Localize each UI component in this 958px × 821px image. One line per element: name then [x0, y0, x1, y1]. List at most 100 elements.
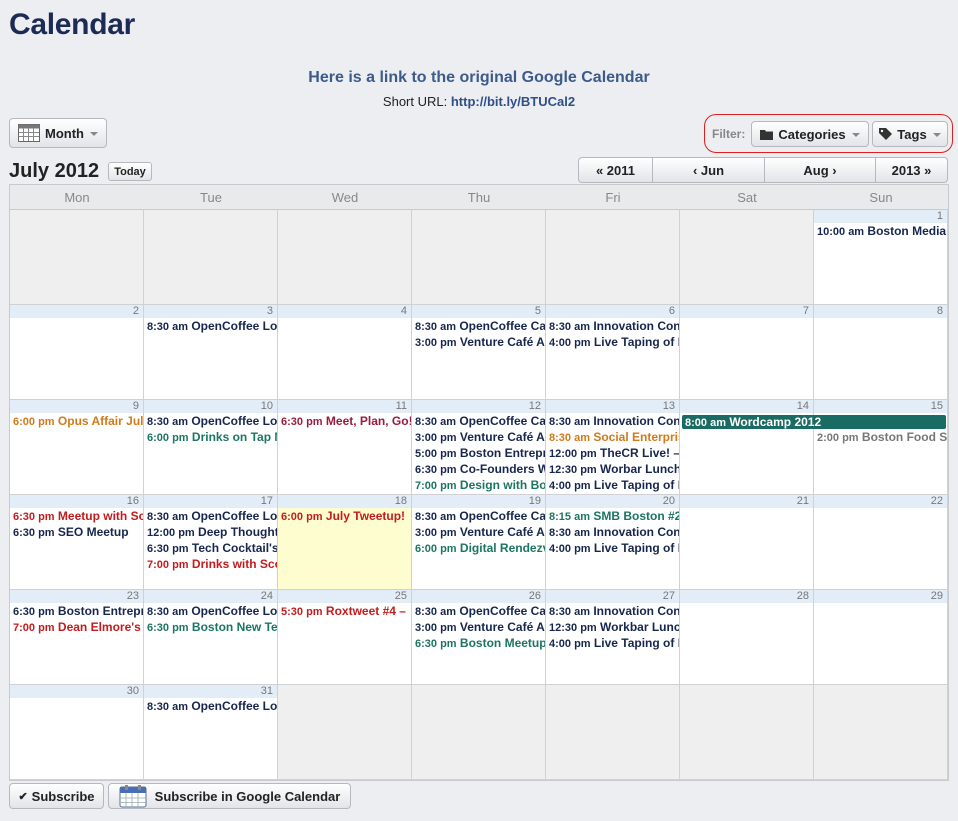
view-month-button[interactable]: Month	[9, 118, 107, 148]
day-cell[interactable]	[546, 685, 680, 780]
calendar-event[interactable]: 8:15 am SMB Boston #2	[546, 508, 679, 524]
calendar-event[interactable]: 4:00 pm Live Taping of M	[546, 334, 679, 350]
day-cell[interactable]: 24 8:30 am OpenCoffee Lo 6:30 pm Boston Ne…	[144, 590, 278, 685]
calendar-event[interactable]: 8:30 am Innovation Con	[546, 524, 679, 540]
calendar-event[interactable]: 8:30 am Innovation Conv	[546, 603, 679, 619]
day-cell[interactable]	[10, 210, 144, 305]
calendar-event[interactable]: 6:30 pm Boston Entrepr	[10, 603, 143, 619]
calendar-event[interactable]: 6:00 pm Drinks on Tap M	[144, 429, 277, 445]
calendar-event[interactable]: 4:00 pm Live Taping of M	[546, 635, 679, 651]
calendar-event[interactable]: 12:00 pm Deep Thought	[144, 524, 277, 540]
calendar-event[interactable]: 6:30 pm SEO Meetup	[10, 524, 143, 540]
day-cell[interactable]: 29	[814, 590, 948, 685]
day-cell[interactable]: 6 8:30 am Innovation Conv 4:00 pm Live Tap…	[546, 305, 680, 400]
calendar-event[interactable]: 6:30 pm Boston Meetup	[412, 635, 545, 651]
day-cell[interactable]: 8	[814, 305, 948, 400]
calendar-event[interactable]: 4:00 pm Live Taping of M	[546, 540, 679, 556]
subscribe-google-calendar-button[interactable]: Subscribe in Google Calendar	[108, 783, 351, 809]
calendar-grid-icon	[18, 124, 40, 142]
calendar-event[interactable]: 3:00 pm Venture Café Al	[412, 524, 545, 540]
subscribe-button[interactable]: ✔ Subscribe	[9, 783, 104, 809]
day-cell[interactable]: 22	[814, 495, 948, 590]
day-cell[interactable]	[278, 685, 412, 780]
calendar-event[interactable]: 12:00 pm TheCR Live! –	[546, 445, 679, 461]
calendar-event[interactable]: 6:30 pm Meetup with Sc	[10, 508, 143, 524]
day-cell[interactable]: 17 8:30 am OpenCoffee Lo 12:00 pm Deep Tho…	[144, 495, 278, 590]
day-cell[interactable]: 9 6:00 pm Opus Affair July	[10, 400, 144, 495]
calendar-event[interactable]: 7:00 pm Dean Elmore's	[10, 619, 143, 635]
calendar-event[interactable]: 8:30 am Innovation Conv	[546, 318, 679, 334]
day-cell[interactable]	[412, 210, 546, 305]
day-cell[interactable]: 2	[10, 305, 144, 400]
next-month-button[interactable]: Aug ›	[765, 158, 876, 182]
tags-filter-button[interactable]: Tags	[872, 121, 948, 147]
next-year-button[interactable]: 2013 »	[876, 158, 947, 182]
day-cell[interactable]: 31 8:30 am OpenCoffee Lo	[144, 685, 278, 780]
day-cell[interactable]	[546, 210, 680, 305]
day-cell[interactable]	[680, 685, 814, 780]
day-cell[interactable]: 4	[278, 305, 412, 400]
calendar-event[interactable]: 4:00 pm Live Taping of M	[546, 477, 679, 493]
day-cell[interactable]	[412, 685, 546, 780]
day-cell[interactable]: 30	[10, 685, 144, 780]
allday-event-bar[interactable]: 8:00 am Wordcamp 2012	[682, 415, 946, 429]
calendar-event[interactable]: 8:30 am OpenCoffee Lo	[144, 698, 277, 714]
day-cell[interactable]: 25 5:30 pm Roxtweet #4 –	[278, 590, 412, 685]
today-button[interactable]: Today	[108, 162, 152, 181]
day-cell[interactable]: 13 8:30 am Innovation Con 8:30 am Social E…	[546, 400, 680, 495]
calendar-event[interactable]: 8:30 am OpenCoffee Ca	[412, 508, 545, 524]
day-cell[interactable]: 5 8:30 am OpenCoffee Ca 3:00 pm Venture Ca…	[412, 305, 546, 400]
day-cell[interactable]: 7	[680, 305, 814, 400]
calendar-event[interactable]: 3:00 pm Venture Café Al	[412, 619, 545, 635]
day-cell[interactable]: 16 6:30 pm Meetup with Sc 6:30 pm SEO Meet…	[10, 495, 144, 590]
day-cell[interactable]: 3 8:30 am OpenCoffee Lo	[144, 305, 278, 400]
calendar-event[interactable]: 6:00 pm July Tweetup!	[278, 508, 411, 524]
calendar-event[interactable]: 8:30 am OpenCoffee Lo	[144, 318, 277, 334]
day-cell[interactable]: 18 6:00 pm July Tweetup!	[278, 495, 412, 590]
calendar-event[interactable]: 8:30 am OpenCoffee Lo	[144, 603, 277, 619]
calendar-event[interactable]: 3:00 pm Venture Café Al	[412, 429, 545, 445]
day-cell[interactable]: 21	[680, 495, 814, 590]
calendar-event[interactable]: 8:30 am OpenCoffee Ca	[412, 318, 545, 334]
day-cell[interactable]	[278, 210, 412, 305]
day-cell[interactable]: 26 8:30 am OpenCoffee Ca 3:00 pm Venture C…	[412, 590, 546, 685]
original-calendar-link[interactable]: Here is a link to the original Google Ca…	[0, 69, 958, 87]
day-cell[interactable]	[680, 210, 814, 305]
calendar-event[interactable]: 10:00 am Boston Media	[814, 223, 947, 239]
calendar-event[interactable]: 6:00 pm Opus Affair July	[10, 413, 143, 429]
day-cell[interactable]: 28	[680, 590, 814, 685]
calendar-event[interactable]: 8:30 am Innovation Con	[546, 413, 679, 429]
day-cell[interactable]: 19 8:30 am OpenCoffee Ca 3:00 pm Venture C…	[412, 495, 546, 590]
calendar-event[interactable]: 12:30 pm Worbar Lunch	[546, 461, 679, 477]
calendar-event[interactable]: 12:30 pm Workbar Lunc	[546, 619, 679, 635]
short-url-link[interactable]: http://bit.ly/BTUCal2	[451, 94, 575, 109]
day-cell[interactable]	[144, 210, 278, 305]
prev-year-button[interactable]: « 2011	[579, 158, 653, 182]
calendar-event[interactable]: 8:30 am OpenCoffee Ca	[412, 413, 545, 429]
calendar-event[interactable]: 6:30 pm Tech Cocktail's	[144, 540, 277, 556]
calendar-event[interactable]: 8:30 am Social Enterpris	[546, 429, 679, 445]
calendar-event[interactable]: 5:30 pm Roxtweet #4 –	[278, 603, 411, 619]
calendar-event[interactable]: 5:00 pm Boston Entrepr	[412, 445, 545, 461]
calendar-event[interactable]: 8:30 am OpenCoffee Lo	[144, 508, 277, 524]
day-cell[interactable]: 1 10:00 am Boston Media	[814, 210, 948, 305]
calendar-event[interactable]: 7:00 pm Design with Bo	[412, 477, 545, 493]
calendar-event[interactable]: 7:00 pm Drinks with Sco	[144, 556, 277, 572]
calendar-event[interactable]: 8:30 am OpenCoffee Ca	[412, 603, 545, 619]
prev-month-button[interactable]: ‹ Jun	[653, 158, 765, 182]
calendar-event[interactable]: 3:00 pm Venture Café Al	[412, 334, 545, 350]
day-cell[interactable]: 23 6:30 pm Boston Entrepr 7:00 pm Dean Elm…	[10, 590, 144, 685]
day-cell[interactable]: 20 8:15 am SMB Boston #2 8:30 am Innovatio…	[546, 495, 680, 590]
calendar-event[interactable]: 6:30 pm Co-Founders W	[412, 461, 545, 477]
calendar-event[interactable]: 2:00 pm Boston Food Sw	[814, 429, 947, 445]
day-cell[interactable]: 11 6:30 pm Meet, Plan, Go!	[278, 400, 412, 495]
calendar-event[interactable]: 6:30 pm Boston New Te	[144, 619, 277, 635]
day-cell[interactable]	[814, 685, 948, 780]
day-cell[interactable]: 10 8:30 am OpenCoffee Lo 6:00 pm Drinks on…	[144, 400, 278, 495]
categories-filter-button[interactable]: Categories	[751, 121, 869, 147]
day-cell[interactable]: 27 8:30 am Innovation Conv 12:30 pm Workba…	[546, 590, 680, 685]
calendar-event[interactable]: 6:00 pm Digital Rendezv	[412, 540, 545, 556]
calendar-event[interactable]: 8:30 am OpenCoffee Lo	[144, 413, 277, 429]
calendar-event[interactable]: 6:30 pm Meet, Plan, Go!	[278, 413, 411, 429]
day-cell[interactable]: 12 8:30 am OpenCoffee Ca 3:00 pm Venture C…	[412, 400, 546, 495]
